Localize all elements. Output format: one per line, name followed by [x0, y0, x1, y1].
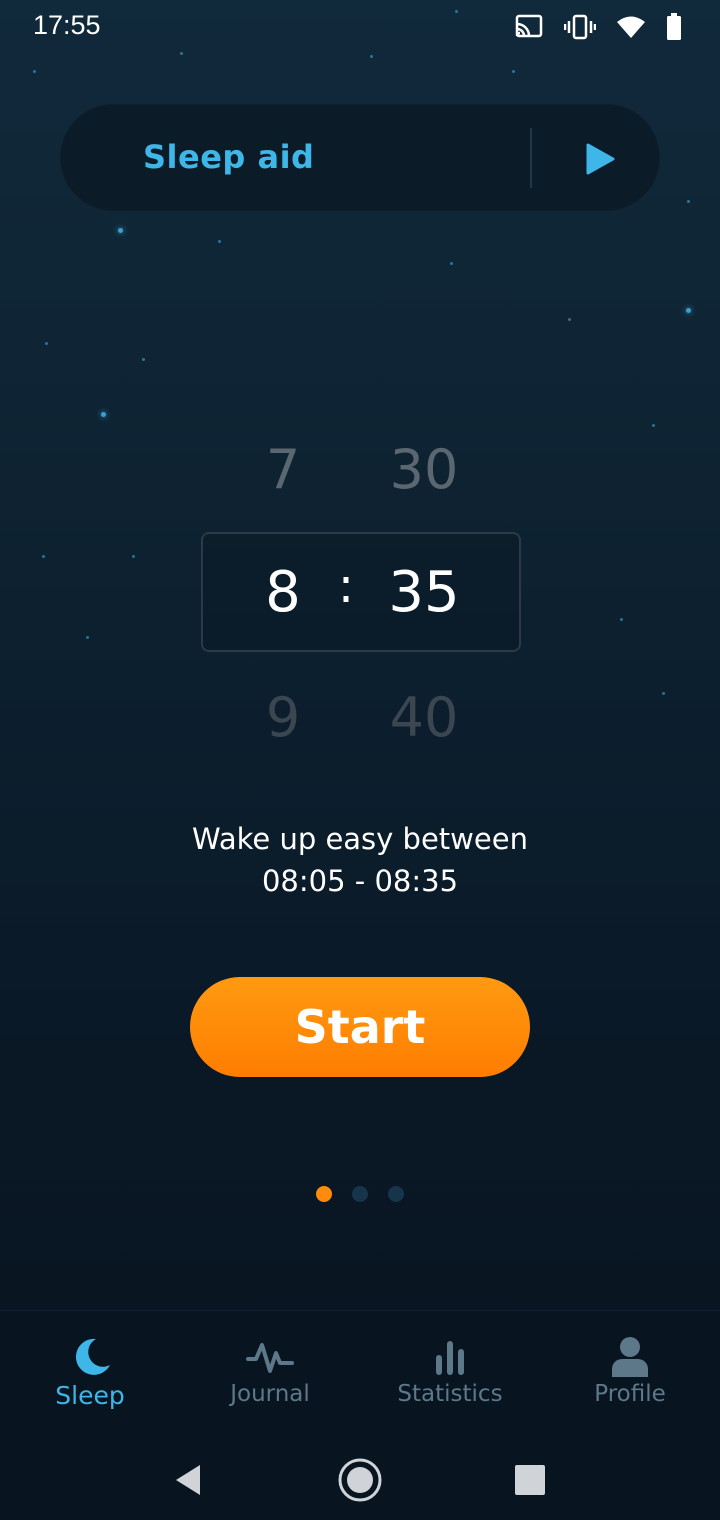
recents-button[interactable]: [500, 1450, 560, 1510]
page-dot-2[interactable]: [352, 1186, 368, 1202]
tab-label: Journal: [230, 1381, 310, 1407]
start-button[interactable]: Start: [190, 977, 530, 1077]
pulse-icon: [246, 1343, 294, 1373]
battery-icon: [667, 13, 681, 40]
tab-label: Statistics: [397, 1381, 503, 1407]
vibrate-icon: [564, 14, 596, 40]
status-time: 17:55: [33, 10, 101, 40]
back-icon: [176, 1465, 200, 1495]
home-button[interactable]: [330, 1450, 390, 1510]
person-icon: [612, 1337, 648, 1377]
wifi-icon: [617, 16, 645, 38]
bar-chart-icon: [436, 1341, 464, 1375]
minute-above[interactable]: 30: [384, 438, 464, 501]
back-button[interactable]: [158, 1450, 218, 1510]
tab-sleep[interactable]: Sleep: [0, 1311, 180, 1441]
status-icons: [514, 13, 682, 41]
tab-label: Profile: [594, 1381, 666, 1407]
recents-icon: [515, 1465, 545, 1495]
minute-selected[interactable]: 35: [384, 560, 464, 625]
system-nav-bar: [0, 1440, 720, 1520]
sleep-aid-label: Sleep aid: [143, 138, 315, 176]
hour-below[interactable]: 9: [262, 686, 304, 749]
moon-icon: [75, 1338, 110, 1375]
selected-time-box: [201, 532, 521, 652]
sleep-aid-bar[interactable]: Sleep aid: [60, 104, 660, 211]
tab-journal[interactable]: Journal: [180, 1311, 360, 1441]
hour-selected[interactable]: 8: [262, 560, 304, 625]
play-icon: [586, 143, 615, 175]
wake-time-picker[interactable]: 7 30 8 : 35 9 40: [0, 420, 720, 760]
time-separator: :: [337, 558, 355, 614]
play-button[interactable]: [575, 134, 625, 184]
tab-statistics[interactable]: Statistics: [360, 1311, 540, 1441]
page-dot-3[interactable]: [388, 1186, 404, 1202]
wake-window-range: 08:05 - 08:35: [261, 864, 459, 898]
wake-window-line1: Wake up easy between: [192, 822, 528, 856]
home-icon: [338, 1458, 382, 1502]
minute-below[interactable]: 40: [384, 686, 464, 749]
tab-label: Sleep: [55, 1381, 125, 1410]
page-dot-1[interactable]: [316, 1186, 332, 1202]
status-bar: 17:55: [0, 0, 720, 56]
page-indicator: [0, 1186, 720, 1202]
divider: [530, 128, 532, 188]
cast-icon: [515, 14, 543, 38]
bottom-tab-bar: Sleep Journal Statistics Profile: [0, 1310, 720, 1441]
hour-above[interactable]: 7: [262, 438, 304, 501]
tab-profile[interactable]: Profile: [540, 1311, 720, 1441]
wake-window-text: Wake up easy between 08:05 - 08:35: [0, 818, 720, 902]
